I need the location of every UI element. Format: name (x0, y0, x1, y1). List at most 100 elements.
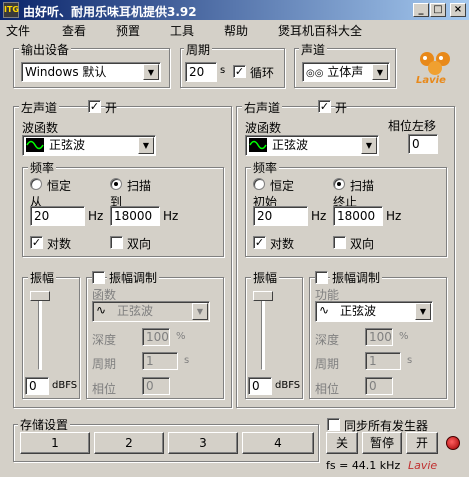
left-modulation-label: 振幅调制 (107, 269, 160, 286)
right-mod-wave-select[interactable]: ∿ 正弦波 ▼ (315, 301, 433, 322)
right-from-input[interactable]: 20 (253, 206, 308, 226)
left-to-unit: Hz (163, 209, 179, 223)
left-bidir-checkbox[interactable] (110, 236, 123, 249)
right-from-unit: Hz (311, 209, 327, 223)
sample-rate-status: fs = 44.1 kHz (326, 459, 401, 472)
left-from-unit: Hz (88, 209, 104, 223)
left-phase-input[interactable]: 0 (142, 377, 170, 395)
on-button[interactable]: 开 (406, 432, 438, 454)
left-mod-wave-select[interactable]: ∿ 正弦波 ▼ (92, 301, 210, 322)
chevron-down-icon[interactable]: ▼ (143, 64, 159, 80)
left-sweep-radio[interactable] (110, 178, 122, 190)
left-frequency-label: 频率 (28, 159, 57, 176)
storage-slot-1-button[interactable]: 1 (20, 432, 90, 454)
left-dbfs-unit: dBFS (52, 380, 78, 391)
period-label: 周期 (184, 41, 213, 58)
sine-wave-icon (26, 138, 44, 152)
left-log-checkbox[interactable]: ✓ (30, 236, 43, 249)
right-to-unit: Hz (386, 209, 402, 223)
left-constant-label: 恒定 (47, 179, 72, 193)
right-sweep-radio[interactable] (333, 178, 345, 190)
right-bidir-checkbox[interactable] (333, 236, 346, 249)
channel-value: 立体声 (327, 65, 364, 79)
right-amplitude-label: 振幅 (251, 269, 280, 286)
sine-wave-icon: ∿ (96, 303, 107, 317)
channel-label: 声道 (299, 41, 328, 58)
lavie-logo: Lavie (414, 48, 460, 86)
chevron-down-icon[interactable]: ▼ (415, 303, 431, 320)
storage-slot-3-button[interactable]: 3 (168, 432, 238, 454)
chevron-down-icon[interactable]: ▼ (372, 64, 388, 80)
right-constant-label: 恒定 (270, 179, 295, 193)
menu-tools[interactable]: 工具 (170, 22, 194, 39)
loop-label: 循环 (250, 66, 275, 80)
app-icon: ITG (3, 2, 19, 18)
right-wave-select[interactable]: 正弦波 ▼ (245, 135, 379, 156)
right-log-label: 对数 (270, 237, 295, 251)
left-modulation-checkbox[interactable] (92, 271, 105, 284)
chevron-down-icon[interactable]: ▼ (138, 137, 154, 154)
pause-button[interactable]: 暂停 (362, 432, 402, 454)
right-mperiod-input[interactable]: 1 (365, 352, 401, 370)
maximize-icon[interactable]: □ (430, 3, 446, 17)
menu-view[interactable]: 查看 (62, 22, 86, 39)
right-phase-shift-input[interactable]: 0 (408, 134, 438, 154)
left-phase-label: 相位 (92, 382, 117, 396)
left-constant-radio[interactable] (30, 178, 42, 190)
right-amplitude-slider[interactable] (253, 291, 273, 301)
menu-help[interactable]: 帮助 (224, 22, 248, 39)
chevron-down-icon[interactable]: ▼ (192, 303, 208, 320)
left-mperiod-input[interactable]: 1 (142, 352, 178, 370)
title-bar[interactable]: ITG 由好听、耐用乐味耳机提供3.92 _ □ × (0, 0, 469, 20)
left-wave-value: 正弦波 (49, 138, 86, 152)
right-enable-checkbox[interactable]: ✓ (318, 100, 331, 113)
left-wave-select[interactable]: 正弦波 ▼ (22, 135, 156, 156)
sync-all-checkbox[interactable] (327, 418, 340, 431)
right-phase-input[interactable]: 0 (365, 377, 393, 395)
right-modulation-label: 振幅调制 (330, 269, 383, 286)
left-from-input[interactable]: 20 (30, 206, 85, 226)
stereo-icon: ◎◎ (306, 68, 324, 79)
right-to-input[interactable]: 18000 (333, 206, 383, 226)
storage-slot-2-button[interactable]: 2 (94, 432, 164, 454)
left-depth-unit: % (176, 331, 186, 342)
left-amplitude-slider[interactable] (30, 291, 50, 301)
right-mperiod-label: 周期 (315, 357, 340, 371)
left-wave-label: 波函数 (22, 121, 59, 135)
status-indicator-icon (446, 436, 460, 450)
loop-checkbox[interactable]: ✓ (233, 65, 246, 78)
right-amplitude-input[interactable]: 0 (248, 377, 272, 395)
storage-label: 存储设置 (18, 416, 71, 433)
right-depth-input[interactable]: 100 (365, 328, 393, 346)
right-modulation-checkbox[interactable] (315, 271, 328, 284)
menu-file[interactable]: 文件 (6, 22, 30, 39)
minimize-icon[interactable]: _ (413, 3, 429, 17)
right-bidir-label: 双向 (350, 237, 375, 251)
output-device-select[interactable]: Windows 默认 ▼ (21, 62, 161, 82)
right-enable-label: 开 (335, 101, 348, 115)
period-input[interactable]: 20 (185, 62, 217, 82)
chevron-down-icon[interactable]: ▼ (361, 137, 377, 154)
off-button[interactable]: 关 (326, 432, 358, 454)
output-device-value: Windows 默认 (25, 65, 107, 79)
close-icon[interactable]: × (450, 3, 466, 17)
menu-headphone-wiki[interactable]: 煲耳机百科大全 (278, 22, 362, 39)
left-sweep-label: 扫描 (127, 179, 152, 193)
right-mperiod-unit: s (407, 355, 413, 366)
channel-select[interactable]: ◎◎ 立体声 ▼ (302, 62, 390, 82)
left-amplitude-input[interactable]: 0 (25, 377, 49, 395)
left-depth-input[interactable]: 100 (142, 328, 170, 346)
right-constant-radio[interactable] (253, 178, 265, 190)
right-frequency-label: 频率 (251, 159, 280, 176)
right-amplitude-track[interactable] (261, 292, 265, 370)
period-unit: s (220, 65, 226, 76)
left-amplitude-track[interactable] (38, 292, 42, 370)
left-to-input[interactable]: 18000 (110, 206, 160, 226)
watermark-text: Lavie (408, 459, 438, 472)
storage-slot-4-button[interactable]: 4 (242, 432, 314, 454)
left-bidir-label: 双向 (127, 237, 152, 251)
right-log-checkbox[interactable]: ✓ (253, 236, 266, 249)
menu-presets[interactable]: 预置 (116, 22, 140, 39)
left-enable-checkbox[interactable]: ✓ (88, 100, 101, 113)
svg-text:Lavie: Lavie (416, 75, 446, 86)
